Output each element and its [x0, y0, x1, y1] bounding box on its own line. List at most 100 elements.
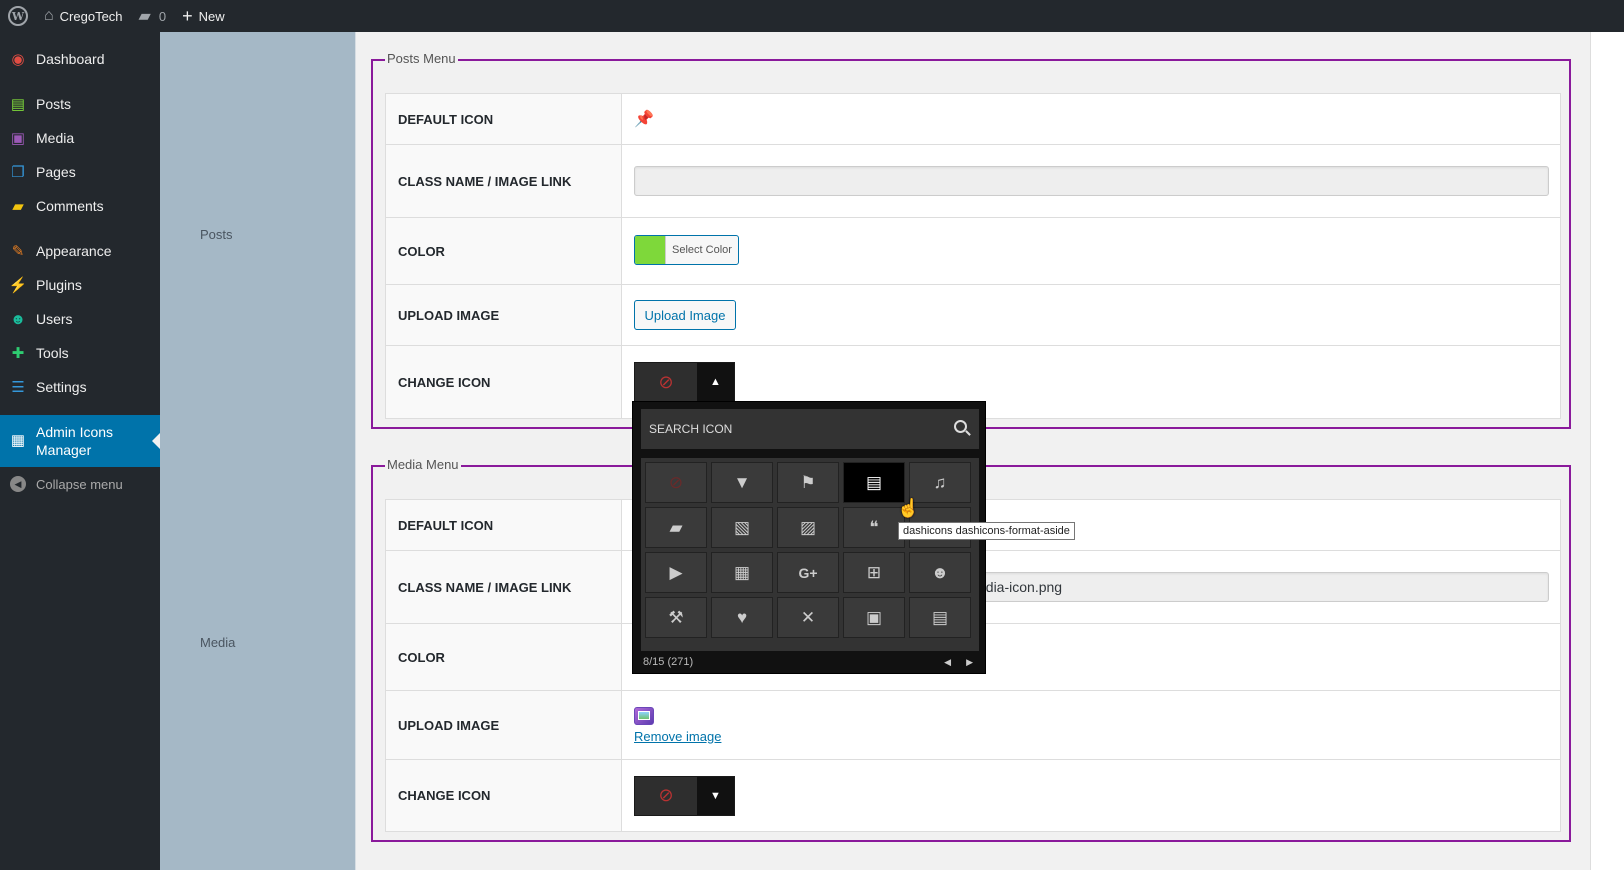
comments-icon: ▰ — [12, 198, 24, 215]
sidebar-item-posts[interactable]: ▤ Posts — [0, 87, 160, 121]
media-change-icon-select[interactable]: ⊘ ▼ — [634, 775, 735, 816]
sidebar-item-pages[interactable]: ❐ Pages — [0, 155, 160, 189]
sidebar-item-label: Appearance — [36, 243, 112, 259]
hammer-icon[interactable]: ⚒ — [645, 597, 707, 638]
row-label: UPLOAD IMAGE — [385, 690, 622, 760]
format-chat-icon[interactable]: ▰ — [645, 507, 707, 548]
right-panel-edge — [1590, 32, 1624, 870]
sidebar-item-label: Admin Icons Manager — [36, 424, 114, 458]
comments-link[interactable]: ▰ 0 — [131, 0, 175, 32]
tools-icon: ✚ — [11, 345, 25, 362]
sidebar-item-dashboard[interactable]: ◉ Dashboard — [0, 42, 160, 76]
color-swatch — [635, 236, 666, 264]
search-icon — [954, 420, 967, 433]
search-placeholder: SEARCH ICON — [649, 422, 733, 436]
sidebar-item-label: Pages — [36, 164, 76, 180]
chevron-up-icon[interactable]: ▲ — [697, 363, 734, 401]
format-video-icon[interactable]: ▶ — [645, 552, 707, 593]
grid-view-icon[interactable]: ⊞ — [843, 552, 905, 593]
icon-grid: ⊘ ▼ ⚑ ▤ ♫ ▰ ▧ ▨ ❝ ✉ ▶ ▦ G+ ⊞ ☻ ⚒ ♥ ✕ ▣ ▤ — [641, 458, 979, 651]
table-row: UPLOAD IMAGE Upload Image — [385, 284, 1561, 346]
sidebar-item-label: Collapse menu — [36, 476, 123, 492]
row-label: CHANGE ICON — [385, 759, 622, 832]
users-icon: ☻ — [10, 310, 26, 328]
plugins-icon: ⚡ — [8, 277, 28, 294]
pushpin-icon: 📌 — [634, 111, 654, 128]
site-name: CregoTech — [59, 8, 123, 24]
posts-options-table: DEFAULT ICON 📌 CLASS NAME / IMAGE LINK C… — [385, 93, 1561, 419]
sidebar-item-tools[interactable]: ✚ Tools — [0, 336, 160, 370]
wordpress-logo-icon[interactable]: W — [0, 0, 36, 32]
sidebar-item-label: Plugins — [36, 277, 82, 293]
admin-bar: W ⌂ CregoTech ▰ 0 + New — [0, 0, 1624, 32]
settings-icon: ☰ — [11, 379, 25, 396]
posts-section-label: Posts — [200, 227, 233, 242]
site-name-link[interactable]: ⌂ CregoTech — [36, 0, 131, 32]
comments-count: 0 — [158, 8, 167, 24]
no-icon: ⊘ — [635, 363, 697, 401]
appearance-icon: ✎ — [11, 243, 25, 260]
groups-icon[interactable]: ☻ — [909, 552, 971, 593]
no-icon: ⊘ — [635, 776, 697, 815]
qr-code-icon[interactable]: ▦ — [711, 552, 773, 593]
table-row: DEFAULT ICON 📌 — [385, 93, 1561, 145]
table-row: COLOR Select Color — [385, 217, 1561, 285]
new-content-link[interactable]: + New — [174, 0, 233, 32]
google-plus-icon[interactable]: G+ — [777, 552, 839, 593]
row-label: CLASS NAME / IMAGE LINK — [385, 144, 622, 218]
collapse-menu-button[interactable]: ◀ Collapse menu — [0, 467, 160, 501]
icon-search-input[interactable]: SEARCH ICON — [641, 409, 979, 449]
table-row: UPLOAD IMAGE Remove image — [385, 690, 1561, 760]
id-alt-icon[interactable]: ▤ — [909, 597, 971, 638]
comment-bubble-icon: ▰ — [138, 8, 151, 25]
row-label: DEFAULT ICON — [385, 93, 622, 145]
sidebar-item-label: Dashboard — [36, 51, 105, 67]
prev-page-icon[interactable]: ◀ — [944, 657, 951, 667]
sidebar-item-label: Tools — [36, 345, 69, 361]
home-icon: ⌂ — [44, 7, 54, 24]
row-label: CHANGE ICON — [385, 345, 622, 419]
uploaded-image-thumbnail — [634, 706, 654, 725]
heart-icon[interactable]: ♥ — [711, 597, 773, 638]
format-quote-icon[interactable]: ❝ — [843, 507, 905, 548]
icon-tooltip: dashicons dashicons-format-aside — [898, 522, 1075, 540]
id-icon[interactable]: ▣ — [843, 597, 905, 638]
posts-select-color-button[interactable]: Select Color — [634, 235, 739, 265]
chevron-down-icon[interactable]: ▼ — [697, 776, 734, 815]
table-row: CHANGE ICON ⊘ ▼ — [385, 759, 1561, 832]
sidebar-item-users[interactable]: ☻ Users — [0, 302, 160, 336]
picker-footer: 8/15 (271) ◀ ▶ — [643, 656, 973, 668]
filter-icon[interactable]: ▼ — [711, 462, 773, 503]
posts-change-icon-select[interactable]: ⊘ ▲ — [634, 362, 735, 402]
remove-image-link[interactable]: Remove image — [634, 729, 1560, 744]
format-gallery-icon[interactable]: ▧ — [711, 507, 773, 548]
collapse-icon: ◀ — [8, 475, 28, 493]
sidebar-item-label: Users — [36, 311, 73, 327]
pages-icon: ❐ — [11, 164, 25, 181]
posts-upload-image-button[interactable]: Upload Image — [634, 300, 736, 330]
posts-class-name-input[interactable] — [634, 166, 1549, 196]
sidebar-item-appearance[interactable]: ✎ Appearance — [0, 234, 160, 268]
no-icon[interactable]: ⊘ — [645, 462, 707, 503]
hidden-icon[interactable]: ✕ — [777, 597, 839, 638]
format-aside-icon[interactable]: ▤ — [843, 462, 905, 503]
sidebar-item-comments[interactable]: ▰ Comments — [0, 189, 160, 223]
posts-menu-fieldset: Posts Menu DEFAULT ICON 📌 CLASS NAME / I… — [371, 51, 1571, 429]
sidebar-item-plugins[interactable]: ⚡ Plugins — [0, 268, 160, 302]
row-label: CLASS NAME / IMAGE LINK — [385, 550, 622, 624]
sidebar-item-label: Comments — [36, 198, 104, 214]
admin-icons-manager-icon: ▦ — [10, 432, 26, 449]
next-page-icon[interactable]: ▶ — [966, 657, 973, 667]
posts-icon: ▤ — [10, 96, 26, 113]
format-image-icon[interactable]: ▨ — [777, 507, 839, 548]
media-section-label-column: Media — [160, 436, 356, 870]
media-icon: ▣ — [10, 130, 26, 147]
posts-section-content: Posts Menu DEFAULT ICON 📌 CLASS NAME / I… — [356, 32, 1590, 436]
format-audio-icon[interactable]: ♫ — [909, 462, 971, 503]
sidebar-item-settings[interactable]: ☰ Settings — [0, 370, 160, 404]
sidebar-item-admin-icons-manager[interactable]: ▦ Admin Icons Manager — [0, 415, 160, 467]
posts-section-label-column: Posts — [160, 32, 356, 436]
flag-icon[interactable]: ⚑ — [777, 462, 839, 503]
row-label: COLOR — [385, 623, 622, 691]
sidebar-item-media[interactable]: ▣ Media — [0, 121, 160, 155]
